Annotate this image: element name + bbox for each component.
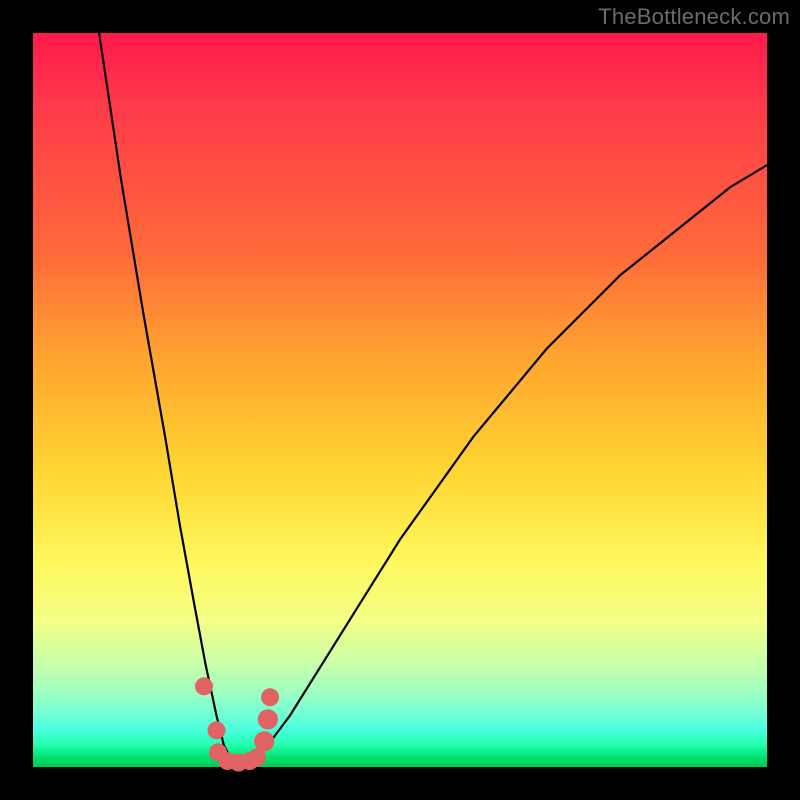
curve-markers xyxy=(195,677,279,771)
marker-dot xyxy=(261,688,279,706)
bottleneck-curve xyxy=(99,33,767,763)
marker-dot xyxy=(254,731,274,751)
plot-area xyxy=(33,33,767,767)
watermark-text: TheBottleneck.com xyxy=(598,4,790,30)
marker-dot xyxy=(208,721,226,739)
marker-dot xyxy=(258,709,278,729)
marker-dot xyxy=(195,677,213,695)
chart-frame: TheBottleneck.com xyxy=(0,0,800,800)
curve-layer xyxy=(33,33,767,767)
